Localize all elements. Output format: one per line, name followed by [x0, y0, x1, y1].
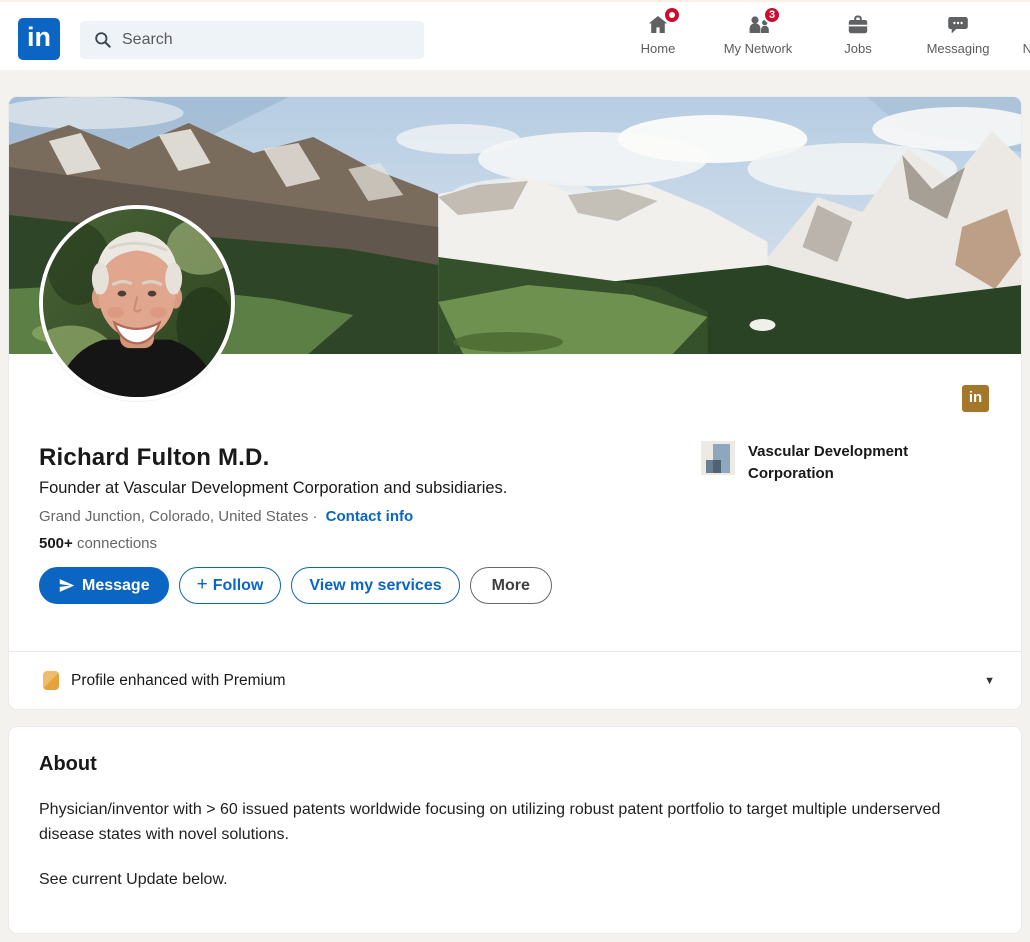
- nav-my-network[interactable]: 3 My Network: [708, 12, 808, 66]
- connections-label[interactable]: connections: [77, 535, 157, 552]
- home-notification-badge: [663, 6, 681, 24]
- company-name: Vascular Development Corporation: [748, 441, 968, 485]
- portrait-art: [43, 209, 231, 397]
- premium-linkedin-badge: in: [962, 385, 989, 412]
- premium-enhanced-row[interactable]: Profile enhanced with Premium ▼: [9, 651, 1021, 709]
- about-paragraph-2: See current Update below.: [39, 871, 991, 889]
- premium-row-label: Profile enhanced with Premium: [71, 672, 286, 690]
- chevron-down-icon[interactable]: ▼: [984, 675, 995, 687]
- send-icon: [58, 577, 75, 594]
- identity-block: Richard Fulton M.D. Founder at Vascular …: [39, 444, 679, 604]
- messaging-icon: [946, 13, 970, 37]
- top-navigation: in Home 3: [0, 0, 1030, 70]
- nav-messaging[interactable]: Messaging: [908, 12, 1008, 66]
- action-buttons: Message + Follow View my services More: [39, 567, 679, 604]
- nav-notifications-label: Notifications: [1023, 41, 1030, 56]
- nav-my-network-label: My Network: [724, 41, 793, 56]
- connections-count: 500+: [39, 535, 73, 552]
- my-network-count-badge: 3: [763, 6, 781, 24]
- nav-home[interactable]: Home: [608, 12, 708, 66]
- nav-messaging-label: Messaging: [927, 41, 990, 56]
- profile-card: in Richard Fulton M.D. Founder at Vascul…: [8, 96, 1022, 710]
- view-services-button[interactable]: View my services: [291, 567, 459, 604]
- search-box[interactable]: [80, 21, 424, 59]
- nav-jobs-label: Jobs: [844, 41, 871, 56]
- about-paragraph: Physician/inventor with > 60 issued pate…: [39, 797, 991, 847]
- nav-items: Home 3 My Network: [608, 12, 1030, 66]
- profile-location: Grand Junction, Colorado, United States: [39, 508, 308, 525]
- premium-gold-icon: [43, 671, 59, 690]
- follow-button[interactable]: + Follow: [179, 567, 282, 604]
- company-logo: [701, 441, 735, 475]
- contact-info-link[interactable]: Contact info: [326, 508, 414, 525]
- profile-headline: Founder at Vascular Development Corporat…: [39, 479, 679, 498]
- jobs-icon: [846, 13, 870, 37]
- about-card: About Physician/inventor with > 60 issue…: [8, 726, 1022, 934]
- profile-photo[interactable]: [39, 205, 235, 401]
- more-button[interactable]: More: [470, 567, 552, 604]
- about-title: About: [39, 753, 991, 776]
- location-separator: ·: [313, 508, 318, 525]
- linkedin-logo[interactable]: in: [18, 18, 60, 60]
- plus-icon: +: [197, 574, 208, 596]
- message-button[interactable]: Message: [39, 567, 169, 604]
- search-input[interactable]: [122, 21, 412, 59]
- profile-name: Richard Fulton M.D.: [39, 444, 679, 472]
- nav-notifications[interactable]: Notifications: [1008, 12, 1030, 66]
- nav-home-label: Home: [641, 41, 676, 56]
- current-company[interactable]: Vascular Development Corporation: [701, 441, 1001, 485]
- nav-jobs[interactable]: Jobs: [808, 12, 908, 66]
- search-icon: [93, 30, 113, 50]
